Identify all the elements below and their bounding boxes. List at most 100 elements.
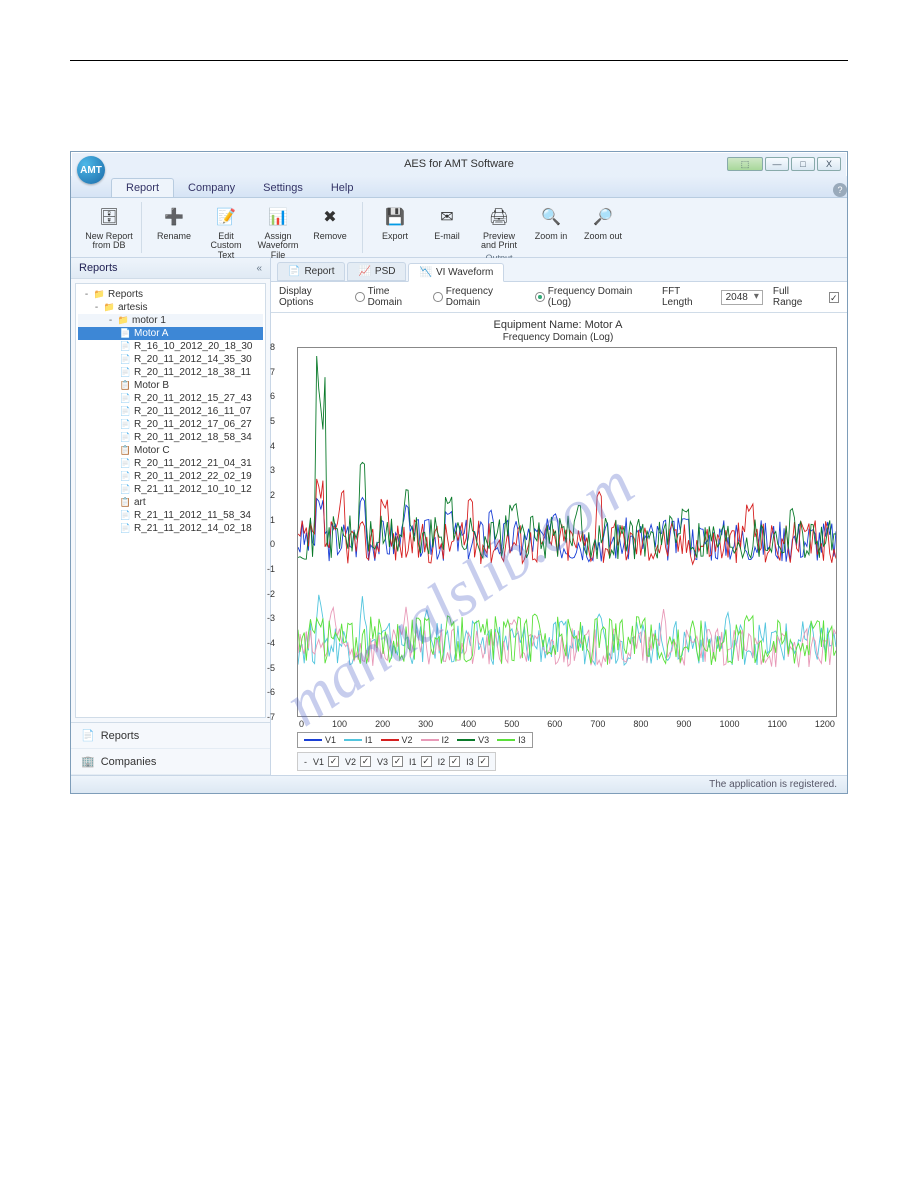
legend-swatch xyxy=(457,739,475,741)
ribbon-assign-waveform-file[interactable]: 📊Assign Waveform File xyxy=(254,202,302,260)
sidebar-item-reports[interactable]: 📄 Reports xyxy=(71,723,270,749)
fft-length-select[interactable]: 2048 xyxy=(721,290,763,305)
tree-node[interactable]: 📄R_21_11_2012_14_02_18 xyxy=(78,522,263,535)
tree-node[interactable]: -📁motor 1 xyxy=(78,314,263,327)
window-extra-button[interactable]: ⬚ xyxy=(727,157,763,171)
tree-node[interactable]: 📄R_20_11_2012_14_35_30 xyxy=(78,353,263,366)
chart-plot[interactable] xyxy=(297,347,837,717)
legend-swatch xyxy=(304,739,322,741)
file-tab-vi-waveform[interactable]: 📉VI Waveform xyxy=(408,263,504,282)
ribbon-preview-and-print[interactable]: 🖨Preview and Print xyxy=(475,202,523,251)
radio-label: Time Domain xyxy=(368,286,424,308)
ribbon-label: Zoom in xyxy=(535,232,568,241)
tree-node[interactable]: 📄R_20_11_2012_21_04_31 xyxy=(78,457,263,470)
series-check-I2[interactable]: I2✓ xyxy=(438,756,461,767)
ribbon-icon: 📝 xyxy=(213,204,239,230)
sidebar-item-label: Reports xyxy=(101,730,140,742)
series-check-I1[interactable]: I1✓ xyxy=(409,756,432,767)
ribbon-zoom-out[interactable]: 🔎Zoom out xyxy=(579,202,627,251)
legend-item: I1 xyxy=(344,735,373,745)
y-tick: 8 xyxy=(270,342,275,352)
series-check-V2[interactable]: V2 ✓ xyxy=(345,756,371,767)
tree-node[interactable]: 📄R_20_11_2012_15_27_43 xyxy=(78,392,263,405)
tree-label: R_20_11_2012_14_35_30 xyxy=(134,354,252,365)
tree-node[interactable]: -📁Reports xyxy=(78,288,263,301)
ribbon-remove[interactable]: ✖Remove xyxy=(306,202,354,260)
checkbox-icon[interactable]: ✓ xyxy=(392,756,403,767)
maximize-button[interactable]: □ xyxy=(791,157,815,171)
file-tab-psd[interactable]: 📈PSD xyxy=(347,262,406,281)
ribbon-export[interactable]: 💾Export xyxy=(371,202,419,251)
tab-settings[interactable]: Settings xyxy=(249,179,317,197)
tree-node[interactable]: 📄Motor A xyxy=(78,327,263,340)
checkbox-icon[interactable]: ✓ xyxy=(360,756,371,767)
expand-icon[interactable]: - xyxy=(92,302,101,313)
tab-help[interactable]: Help xyxy=(317,179,368,197)
tree-node[interactable]: 📄R_20_11_2012_17_06_27 xyxy=(78,418,263,431)
radio-time-domain[interactable]: Time Domain xyxy=(355,286,423,308)
ribbon-new-report-from-db[interactable]: 🗄New Report from DB xyxy=(85,202,133,253)
tree-node[interactable]: 📋art xyxy=(78,496,263,509)
fft-length-label: FFT Length xyxy=(662,286,711,308)
tree-label: art xyxy=(134,497,146,508)
app-window: AMT AES for AMT Software ⬚ — □ X Report … xyxy=(70,151,848,794)
tree-node[interactable]: 📄R_20_11_2012_18_58_34 xyxy=(78,431,263,444)
checkbox-icon[interactable]: ✓ xyxy=(478,756,489,767)
ribbon-label: E-mail xyxy=(434,232,460,241)
legend-label: I1 xyxy=(365,735,373,745)
reports-tree[interactable]: -📁Reports-📁artesis-📁motor 1📄Motor A📄R_16… xyxy=(75,283,266,718)
checkbox-icon[interactable]: ✓ xyxy=(449,756,460,767)
tab-icon: 📄 xyxy=(288,266,300,277)
ribbon-edit-custom-text[interactable]: 📝Edit Custom Text xyxy=(202,202,250,260)
check-label: V2 xyxy=(345,757,356,767)
ribbon-e-mail[interactable]: ✉E-mail xyxy=(423,202,471,251)
minimize-button[interactable]: — xyxy=(765,157,789,171)
help-icon[interactable]: ? xyxy=(833,183,847,197)
series-check-I3[interactable]: I3✓ xyxy=(466,756,489,767)
full-range-checkbox[interactable]: ✓ xyxy=(829,292,840,303)
display-options-label: Display Options xyxy=(279,286,345,308)
tree-node[interactable]: 📄R_20_11_2012_18_38_11 xyxy=(78,366,263,379)
sidebar-item-companies[interactable]: 🏢 Companies xyxy=(71,749,270,775)
tree-label: R_16_10_2012_20_18_30 xyxy=(134,341,252,352)
tab-company[interactable]: Company xyxy=(174,179,249,197)
radio-label: Frequency Domain (Log) xyxy=(548,286,652,308)
checkbox-icon[interactable]: ✓ xyxy=(421,756,432,767)
tree-node[interactable]: 📋Motor C xyxy=(78,444,263,457)
ribbon-icon: 🔍 xyxy=(538,204,564,230)
y-tick: 5 xyxy=(270,416,275,426)
ribbon-rename[interactable]: ➕Rename xyxy=(150,202,198,260)
legend-label: I3 xyxy=(518,735,526,745)
tree-node[interactable]: 📄R_16_10_2012_20_18_30 xyxy=(78,340,263,353)
report-icon: 📄 xyxy=(120,367,131,378)
ribbon-label: Export xyxy=(382,232,408,241)
ribbon-zoom-in[interactable]: 🔍 Zoom in xyxy=(527,202,575,251)
chart-area: Equipment Name: Motor A Frequency Domain… xyxy=(271,313,847,775)
series-check-V3[interactable]: V3✓ xyxy=(377,756,403,767)
tree-label: R_20_11_2012_18_58_34 xyxy=(134,432,252,443)
close-button[interactable]: X xyxy=(817,157,841,171)
tree-node[interactable]: 📋Motor B xyxy=(78,379,263,392)
tree-node[interactable]: 📄R_21_11_2012_10_10_12 xyxy=(78,483,263,496)
radio-freq-domain-log[interactable]: Frequency Domain (Log) xyxy=(535,286,652,308)
tree-label: R_21_11_2012_11_58_34 xyxy=(134,510,251,521)
radio-label: Frequency Domain xyxy=(446,286,526,308)
radio-freq-domain[interactable]: Frequency Domain xyxy=(433,286,525,308)
file-tab-report[interactable]: 📄Report xyxy=(277,262,345,281)
tree-node[interactable]: 📄R_21_11_2012_11_58_34 xyxy=(78,509,263,522)
tree-node[interactable]: 📄R_20_11_2012_22_02_19 xyxy=(78,470,263,483)
tab-report[interactable]: Report xyxy=(111,178,174,197)
status-bar: The application is registered. xyxy=(71,775,847,793)
y-tick: -6 xyxy=(267,687,275,697)
series-check-V1[interactable]: V1✓ xyxy=(313,756,339,767)
collapse-icon[interactable]: « xyxy=(256,263,262,274)
expand-icon[interactable]: - xyxy=(82,289,91,300)
checkbox-icon[interactable]: ✓ xyxy=(328,756,339,767)
tree-label: Motor B xyxy=(134,380,169,391)
expand-icon[interactable]: - xyxy=(106,315,115,326)
tree-label: Motor A xyxy=(134,328,168,339)
horizontal-rule xyxy=(70,60,848,61)
tree-node[interactable]: -📁artesis xyxy=(78,301,263,314)
y-tick: 7 xyxy=(270,367,275,377)
tree-node[interactable]: 📄R_20_11_2012_16_11_07 xyxy=(78,405,263,418)
